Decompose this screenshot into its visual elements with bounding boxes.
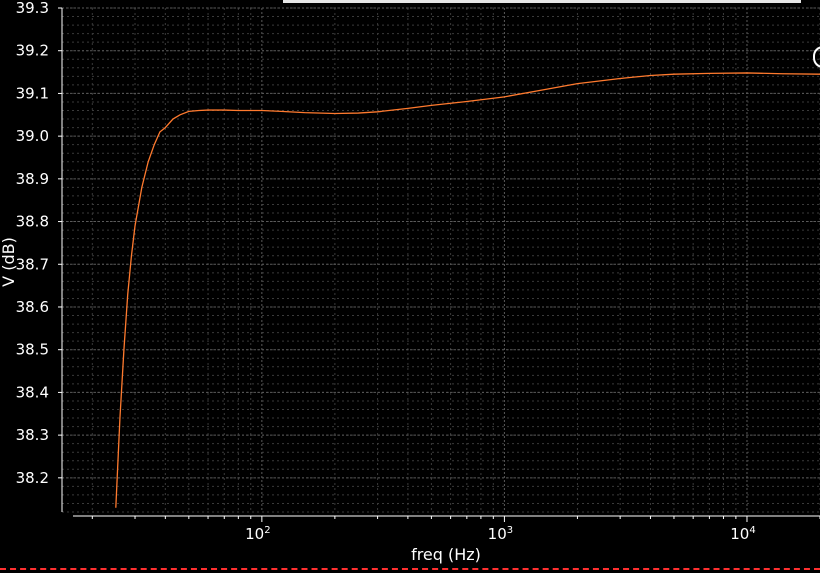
y-tick-label: 38.2 [16, 469, 49, 487]
x-tick-label: 104 [730, 525, 755, 543]
y-tick-label: 38.5 [16, 341, 49, 359]
y-axis-ticks: 38.2 38.3 38.4 38.5 38.6 38.7 38.8 38.9 39.0 39.1… [16, 0, 62, 487]
x-tick-label: 103 [488, 525, 513, 543]
y-tick-label: 39.0 [16, 127, 49, 145]
y-tick-label: 38.9 [16, 170, 49, 188]
x-axis-ticks: 102 103 104 [91, 516, 820, 543]
y-tick-label: 39.1 [16, 84, 49, 102]
bottom-divider [0, 568, 820, 570]
y-tick-label: 38.6 [16, 298, 49, 316]
y-tick-label: 38.7 [16, 255, 49, 273]
major-grid [62, 7, 820, 512]
x-tick-label: 102 [245, 525, 270, 543]
plot-area: 38.2 38.3 38.4 38.5 38.6 38.7 38.8 38.9 39.0 39.1… [0, 0, 820, 564]
minor-grid [62, 7, 820, 513]
y-tick-label: 38.3 [16, 426, 49, 444]
y-tick-label: 38.4 [16, 383, 49, 401]
y-tick-label: 39.3 [16, 0, 49, 17]
y-axis-label: V (dB) [0, 237, 18, 287]
y-tick-label: 38.8 [16, 213, 49, 231]
toolbar-strip [283, 0, 801, 3]
x-axis-label: freq (Hz) [411, 545, 481, 564]
y-tick-label: 39.2 [16, 42, 49, 60]
